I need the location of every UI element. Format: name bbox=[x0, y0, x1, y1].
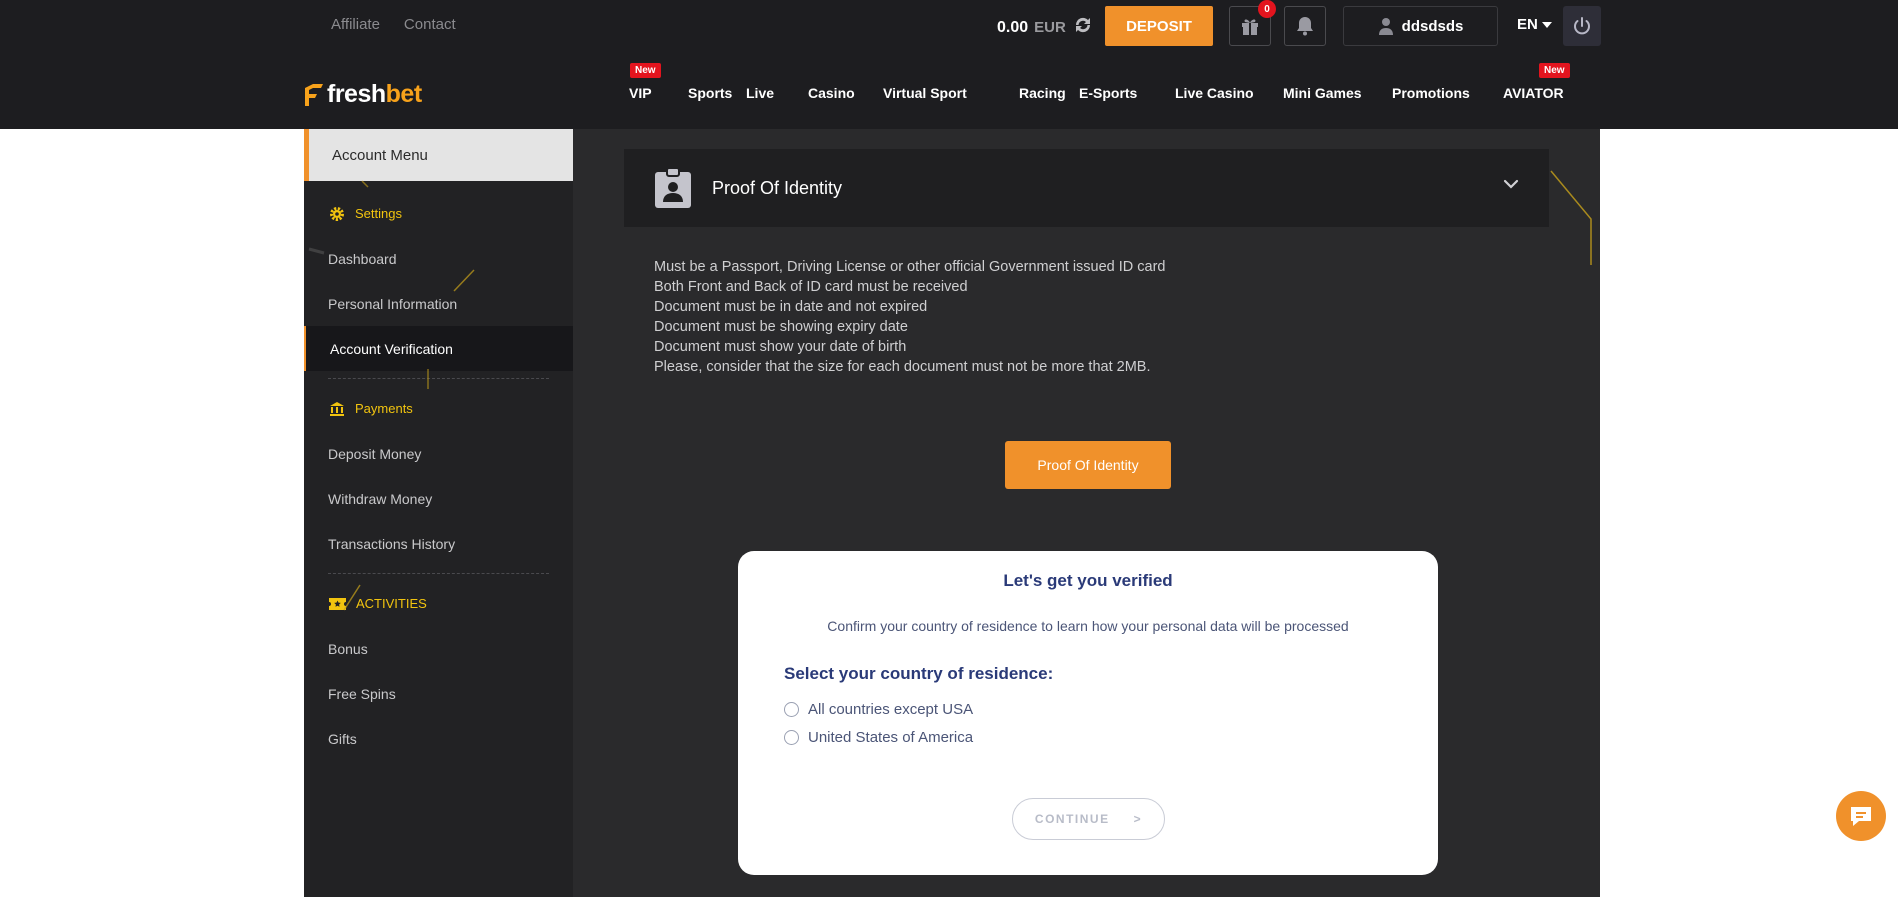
verify-subtitle: Confirm your country of residence to lea… bbox=[827, 618, 1349, 634]
user-icon bbox=[1378, 18, 1393, 35]
radio-option-non-usa[interactable]: All countries except USA bbox=[784, 701, 973, 718]
nav-live[interactable]: Live bbox=[746, 85, 808, 101]
nav-mini-games[interactable]: Mini Games bbox=[1283, 85, 1392, 101]
requirements-list: Must be a Passport, Driving License or o… bbox=[654, 257, 1166, 377]
notifications-button[interactable] bbox=[1284, 6, 1326, 46]
proof-of-identity-button[interactable]: Proof Of Identity bbox=[1005, 441, 1171, 489]
caret-down-icon bbox=[1541, 21, 1552, 28]
radio-label: All countries except USA bbox=[808, 701, 974, 718]
nav-mini-games-label: Mini Games bbox=[1283, 85, 1362, 101]
main-nav: New VIP Sports Live Casino Virtual Sport… bbox=[629, 63, 1570, 101]
nav-esports[interactable]: E-Sports bbox=[1079, 85, 1175, 101]
radio-label: United States of America bbox=[808, 729, 974, 746]
id-card-icon bbox=[655, 167, 691, 208]
proof-of-identity-accordion[interactable]: Proof Of Identity bbox=[624, 149, 1549, 227]
requirement-item: Both Front and Back of ID card must be r… bbox=[654, 279, 968, 295]
requirement-item: Document must be showing expiry date bbox=[654, 319, 908, 335]
logout-button[interactable] bbox=[1563, 6, 1601, 46]
main-content: Proof Of Identity Must be a Passport, Dr… bbox=[573, 129, 1600, 897]
top-links: Affiliate Contact bbox=[331, 16, 456, 33]
radio-button[interactable] bbox=[784, 702, 799, 717]
continue-label: CONTINUE bbox=[1034, 812, 1110, 826]
refresh-icon[interactable] bbox=[1072, 16, 1094, 39]
logo-text-bet: bet bbox=[385, 80, 423, 108]
continue-arrow: > bbox=[1133, 812, 1143, 826]
nav-virtual-sport-label: Virtual Sport bbox=[883, 85, 967, 101]
user-account-button[interactable]: ddsdsds bbox=[1343, 6, 1498, 46]
nav-virtual-sport[interactable]: Virtual Sport bbox=[883, 85, 1019, 101]
nav-racing[interactable]: Racing bbox=[1019, 85, 1079, 101]
requirement-item: Must be a Passport, Driving License or o… bbox=[654, 259, 1166, 275]
nav-vip[interactable]: New VIP bbox=[629, 63, 688, 101]
gift-count-badge: 0 bbox=[1258, 0, 1276, 18]
gift-button[interactable]: 0 bbox=[1229, 0, 1276, 46]
nav-promotions-label: Promotions bbox=[1392, 85, 1470, 101]
top-header: Affiliate Contact 0.00 EUR DEPOSIT 0 dds… bbox=[0, 0, 1898, 129]
requirement-item: Document must show your date of birth bbox=[654, 339, 907, 355]
chat-icon bbox=[1851, 807, 1871, 826]
live-chat-button[interactable] bbox=[1836, 791, 1886, 841]
nav-racing-label: Racing bbox=[1019, 85, 1066, 101]
verify-title: Let's get you verified bbox=[1003, 571, 1173, 590]
balance-display: 0.00 EUR bbox=[997, 16, 1094, 39]
nav-sports[interactable]: Sports bbox=[688, 85, 746, 101]
nav-aviator[interactable]: New AVIATOR bbox=[1503, 63, 1570, 101]
nav-live-casino-label: Live Casino bbox=[1175, 85, 1254, 101]
gift-icon bbox=[1242, 19, 1258, 35]
affiliate-link[interactable]: Affiliate bbox=[331, 16, 380, 33]
account-sidebar: Account Menu Settings Dashboard Personal… bbox=[304, 129, 573, 897]
language-label: EN bbox=[1517, 16, 1538, 33]
radio-button[interactable] bbox=[784, 730, 799, 745]
nav-vip-label: VIP bbox=[629, 85, 652, 101]
requirement-item: Document must be in date and not expired bbox=[654, 299, 928, 315]
country-question: Select your country of residence: bbox=[784, 664, 1054, 683]
deposit-button[interactable]: DEPOSIT bbox=[1105, 6, 1213, 46]
decorative-streak bbox=[1550, 170, 1592, 265]
nav-aviator-label: AVIATOR bbox=[1503, 85, 1564, 101]
freshbet-logo[interactable]: freshbet bbox=[303, 80, 422, 109]
nav-esports-label: E-Sports bbox=[1079, 85, 1138, 101]
balance-amount: 0.00 bbox=[997, 18, 1029, 36]
logo-icon bbox=[305, 83, 323, 106]
logo-text-fresh: fresh bbox=[327, 80, 386, 108]
nav-live-label: Live bbox=[746, 85, 775, 101]
section-title: Proof Of Identity bbox=[712, 177, 843, 198]
power-icon bbox=[1574, 17, 1590, 35]
requirement-item: Please, consider that the size for each … bbox=[654, 359, 1151, 375]
nav-casino-label: Casino bbox=[808, 85, 855, 101]
contact-link[interactable]: Contact bbox=[404, 16, 456, 33]
radio-option-usa[interactable]: United States of America bbox=[784, 729, 973, 746]
continue-button[interactable]: CONTINUE > bbox=[1012, 798, 1165, 840]
nav-sports-label: Sports bbox=[688, 85, 733, 101]
bell-icon bbox=[1297, 17, 1313, 36]
nav-live-casino[interactable]: Live Casino bbox=[1175, 85, 1283, 101]
balance-currency: EUR bbox=[1034, 19, 1066, 36]
language-selector[interactable]: EN bbox=[1517, 16, 1552, 33]
username: ddsdsds bbox=[1401, 17, 1464, 35]
verification-card: Let's get you verified Confirm your coun… bbox=[738, 551, 1438, 875]
new-badge: New bbox=[1539, 63, 1570, 78]
nav-casino[interactable]: Casino bbox=[808, 85, 883, 101]
decorative-streaks bbox=[308, 180, 475, 611]
chevron-down-icon[interactable] bbox=[1503, 179, 1519, 189]
new-badge: New bbox=[630, 63, 661, 78]
nav-promotions[interactable]: Promotions bbox=[1392, 85, 1503, 101]
